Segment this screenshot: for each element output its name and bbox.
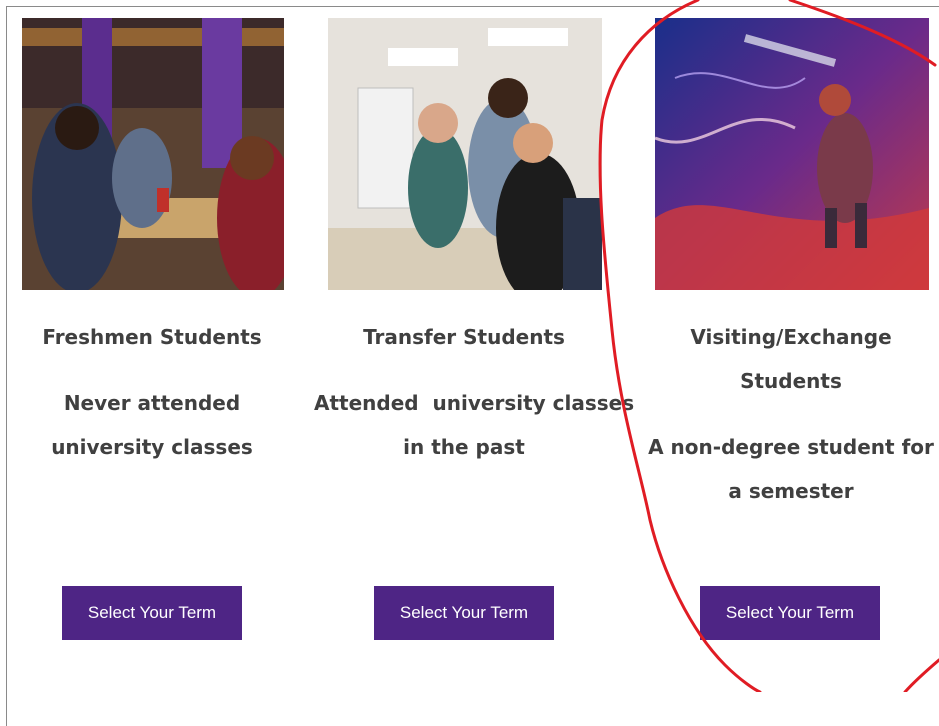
transfer-description-line1: Attended university classes xyxy=(314,391,635,415)
transfer-photo xyxy=(328,18,602,290)
freshmen-description-line1: Never attended xyxy=(63,391,241,415)
visiting-exchange-photo xyxy=(655,18,929,290)
freshmen-title: Freshmen Students xyxy=(42,325,262,349)
visiting-exchange-title: Visiting/Exchange Students xyxy=(641,315,939,403)
card-transfer: Transfer Students Attended university cl… xyxy=(314,0,635,692)
card-visiting-exchange: Visiting/Exchange Students A non-degree … xyxy=(641,0,939,692)
freshmen-description-line2: university classes xyxy=(51,435,253,459)
visiting-exchange-title-line2: Students xyxy=(740,369,842,393)
freshmen-photo xyxy=(22,18,284,290)
visiting-exchange-description-line1: A non-degree student for xyxy=(648,435,934,459)
transfer-description-line2: in the past xyxy=(403,435,525,459)
card-freshmen: Freshmen Students Never attended univers… xyxy=(2,0,302,692)
freshmen-description: Never attended university classes xyxy=(2,381,302,469)
transfer-title: Transfer Students xyxy=(363,325,565,349)
visiting-exchange-select-term-button[interactable]: Select Your Term xyxy=(700,586,880,640)
visiting-exchange-title-line1: Visiting/Exchange xyxy=(690,325,892,349)
transfer-select-term-button[interactable]: Select Your Term xyxy=(374,586,554,640)
freshmen-select-term-button[interactable]: Select Your Term xyxy=(62,586,242,640)
visiting-exchange-description-line2: a semester xyxy=(728,479,854,503)
visiting-exchange-description: A non-degree student for a semester xyxy=(641,425,939,513)
transfer-description: Attended university classes in the past xyxy=(314,381,635,469)
